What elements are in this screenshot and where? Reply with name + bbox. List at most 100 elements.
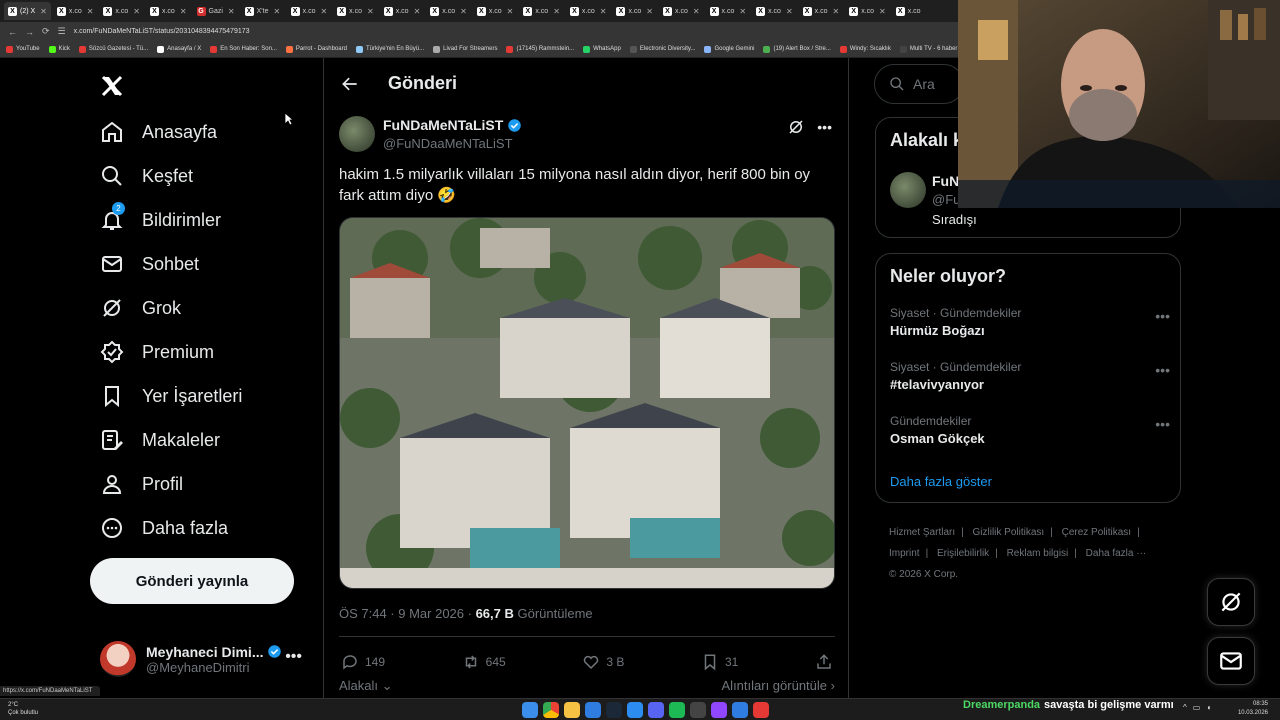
app-icon[interactable] — [690, 702, 706, 718]
post-author[interactable]: FuNDaMeNTaLiST @FuNDaaMeNTaLiST — [339, 116, 522, 152]
browser-tab[interactable]: Xx.co ✕ — [380, 2, 425, 20]
browser-tab[interactable]: Xx.co ✕ — [845, 2, 890, 20]
bookmark-item[interactable]: (17145) Rammstein... — [506, 45, 574, 53]
folder-icon[interactable] — [564, 702, 580, 718]
bookmark-item[interactable]: Livad For Streamers — [433, 45, 497, 53]
chevron-up-icon[interactable]: ^ — [1183, 703, 1187, 712]
related-account-handle[interactable]: @Fu — [932, 192, 960, 207]
close-tab-icon[interactable]: ✕ — [180, 7, 187, 16]
nav-item-home[interactable]: Anasayfa — [100, 120, 217, 144]
browser-tab[interactable]: Xx.co ✕ — [146, 2, 191, 20]
post-image[interactable] — [339, 217, 835, 589]
search-input[interactable]: Ara — [874, 64, 964, 104]
close-tab-icon[interactable]: ✕ — [228, 7, 235, 16]
like-button[interactable]: 3 B — [582, 653, 624, 671]
share-button[interactable] — [815, 653, 833, 671]
browser-tab[interactable]: Xx.co ✕ — [473, 2, 518, 20]
trend-item[interactable]: Siyaset · Gündemdekiler #telavivyanıyor … — [890, 360, 1170, 392]
bookmark-item[interactable]: YouTube — [6, 45, 40, 53]
post-time[interactable]: ÖS 7:44 · 9 Mar 2026 · — [339, 606, 476, 621]
close-tab-icon[interactable]: ✕ — [273, 7, 280, 16]
app-icon[interactable] — [627, 702, 643, 718]
bookmark-item[interactable]: Windy: Sıcaklık — [839, 45, 891, 53]
nav-item-premium[interactable]: Premium — [100, 340, 214, 364]
more-icon[interactable]: ••• — [817, 119, 832, 135]
nav-item-notifications[interactable]: 2 Bildirimler — [100, 202, 221, 232]
nav-item-grok[interactable]: Grok — [100, 296, 181, 320]
browser-tab[interactable]: Xx.co ✕ — [426, 2, 471, 20]
site-info-icon[interactable]: ☰ — [58, 26, 66, 37]
more-icon[interactable]: ••• — [1155, 416, 1170, 432]
bookmark-item[interactable]: En Son Haber: Son... — [210, 45, 277, 53]
bookmark-item[interactable]: Türkiye'nin En Büyü... — [355, 45, 424, 53]
show-more-link[interactable]: Daha fazla göster — [890, 474, 992, 489]
close-tab-icon[interactable]: ✕ — [693, 7, 700, 16]
messages-fab-button[interactable] — [1207, 637, 1255, 685]
more-icon[interactable]: ••• — [285, 648, 302, 666]
bookmark-item[interactable]: Parrot - Dashboard — [285, 45, 347, 53]
trend-item[interactable]: Siyaset · Gündemdekiler Hürmüz Boğazı ••… — [890, 306, 1170, 338]
relevant-sort-dropdown[interactable]: Alakalı ⌄ — [339, 678, 393, 694]
volume-icon[interactable]: ◖ — [1206, 703, 1211, 712]
close-tab-icon[interactable]: ✕ — [739, 7, 746, 16]
app-icon[interactable] — [585, 702, 601, 718]
grok-fab-button[interactable] — [1207, 578, 1255, 626]
author-name[interactable]: FuNDaMeNTaLiST — [383, 117, 503, 133]
spotify-icon[interactable] — [669, 702, 685, 718]
browser-tab[interactable]: Xx.co ✕ — [659, 2, 704, 20]
chrome-icon[interactable] — [543, 702, 559, 718]
footer-link[interactable]: Erişilebilirlik — [937, 548, 989, 559]
reload-icon[interactable]: ⟳ — [42, 26, 50, 37]
close-tab-icon[interactable]: ✕ — [600, 7, 607, 16]
nav-item-profile[interactable]: Profil — [100, 472, 183, 496]
close-tab-icon[interactable]: ✕ — [832, 7, 839, 16]
bookmark-item[interactable]: Sözcü Gazetesi - Tü... — [78, 45, 148, 53]
close-tab-icon[interactable]: ✕ — [646, 7, 653, 16]
close-tab-icon[interactable]: ✕ — [553, 7, 560, 16]
close-tab-icon[interactable]: ✕ — [414, 7, 421, 16]
reply-button[interactable]: 149 — [341, 653, 385, 671]
browser-tab[interactable]: Xx.co ✕ — [799, 2, 844, 20]
network-icon[interactable]: ▭ — [1193, 703, 1201, 712]
browser-tab[interactable]: Xx.co ✕ — [287, 2, 332, 20]
close-tab-icon[interactable]: ✕ — [367, 7, 374, 16]
browser-tab[interactable]: Xx.co ✕ — [706, 2, 751, 20]
bookmark-item[interactable]: WhatsApp — [583, 45, 621, 53]
grok-icon[interactable] — [787, 118, 805, 136]
account-switcher[interactable]: Meyhaneci Dimi... @MeyhaneDimitri ••• — [100, 634, 310, 684]
view-quotes-link[interactable]: Alıntıları görüntüle › — [722, 678, 835, 694]
browser-tab[interactable]: Xx.co ✕ — [333, 2, 378, 20]
footer-link[interactable]: Imprint — [889, 548, 920, 559]
url-field[interactable]: x.com/FuNDaMeNTaLiST/status/203104839447… — [74, 28, 250, 35]
forward-nav-icon[interactable]: → — [25, 27, 34, 37]
close-tab-icon[interactable]: ✕ — [879, 7, 886, 16]
footer-link[interactable]: Gizlilik Politikası — [973, 527, 1045, 538]
weather-widget[interactable]: 2°C Çok bulutlu — [8, 701, 38, 717]
close-tab-icon[interactable]: ✕ — [460, 7, 467, 16]
footer-link[interactable]: Daha fazla ··· — [1086, 548, 1147, 559]
nav-item-bookmarks[interactable]: Yer İşaretleri — [100, 384, 242, 408]
clock[interactable]: 08:35 10.03.2026 — [1238, 700, 1268, 718]
close-tab-icon[interactable]: ✕ — [40, 7, 47, 16]
obs-icon[interactable] — [753, 702, 769, 718]
avatar[interactable] — [339, 116, 375, 152]
close-tab-icon[interactable]: ✕ — [87, 7, 94, 16]
bookmark-button[interactable]: 31 — [701, 653, 738, 671]
browser-tab[interactable]: Xx.co — [892, 2, 936, 20]
browser-tab[interactable]: Xx.co ✕ — [752, 2, 797, 20]
windows-start-icon[interactable] — [522, 702, 538, 718]
nav-item-explore[interactable]: Keşfet — [100, 164, 193, 188]
browser-tab[interactable]: Xx.co ✕ — [519, 2, 564, 20]
repost-button[interactable]: 645 — [462, 653, 506, 671]
browser-tab[interactable]: Xx.co ✕ — [53, 2, 98, 20]
footer-link[interactable]: Reklam bilgisi — [1007, 548, 1069, 559]
twitch-icon[interactable] — [711, 702, 727, 718]
nav-item-chat[interactable]: Sohbet — [100, 252, 199, 276]
back-nav-icon[interactable]: ← — [8, 27, 17, 37]
bookmark-item[interactable]: (19) Alert Box / Stre... — [763, 45, 831, 53]
back-arrow-icon[interactable] — [340, 74, 360, 94]
browser-tab[interactable]: Xx.co ✕ — [99, 2, 144, 20]
bookmark-item[interactable]: Kick — [48, 45, 70, 53]
x-logo-icon[interactable] — [100, 72, 124, 106]
footer-link[interactable]: Hizmet Şartları — [889, 527, 955, 538]
